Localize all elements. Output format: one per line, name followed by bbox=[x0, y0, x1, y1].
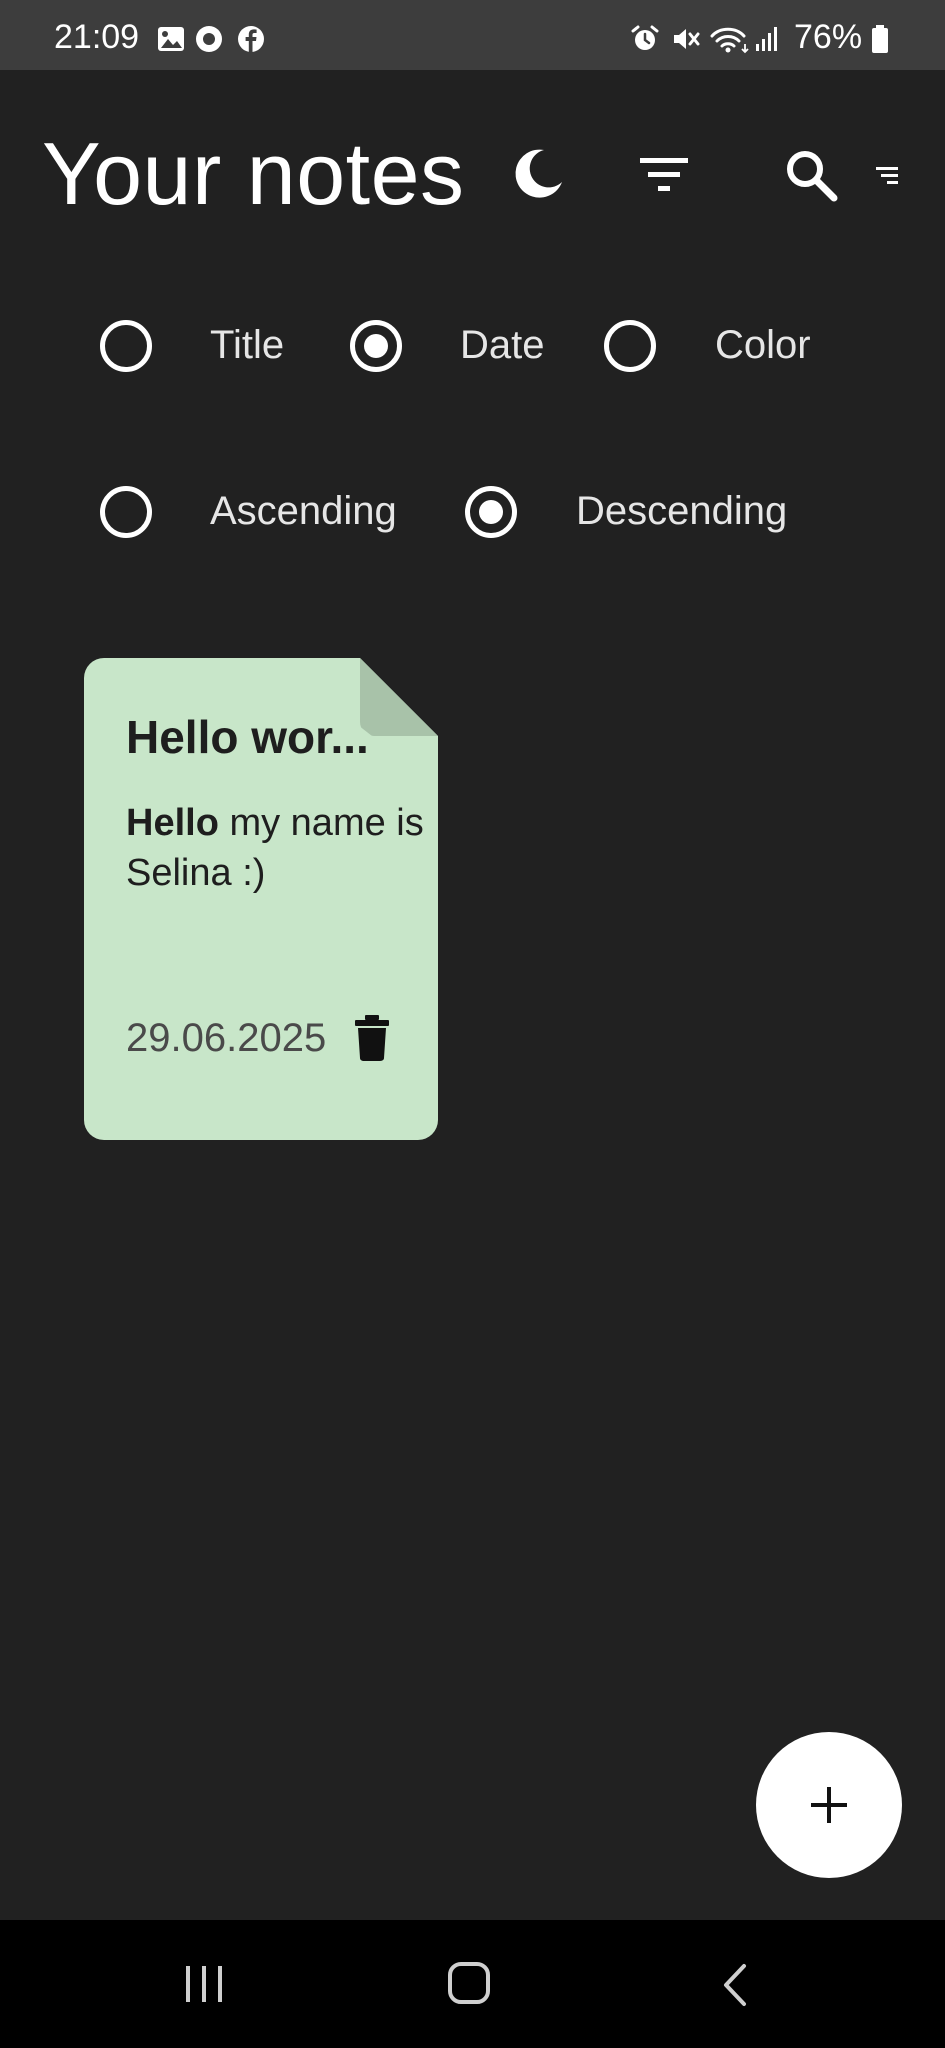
plus-icon bbox=[811, 1787, 847, 1823]
signal-icon bbox=[756, 27, 777, 51]
wifi-icon bbox=[710, 27, 749, 54]
page-title: Your notes bbox=[42, 124, 465, 223]
radio-label-color: Color bbox=[715, 323, 811, 367]
radio-title[interactable] bbox=[100, 320, 152, 372]
filter-icon[interactable] bbox=[636, 150, 692, 200]
home-icon[interactable] bbox=[446, 1960, 492, 2006]
radio-date[interactable] bbox=[350, 320, 402, 372]
note-corner-fold bbox=[360, 658, 438, 736]
radio-ascending[interactable] bbox=[100, 486, 152, 538]
battery-percentage: 76% bbox=[794, 18, 863, 56]
status-bar: 21:09 76% bbox=[0, 0, 945, 70]
back-icon[interactable] bbox=[718, 1962, 752, 2008]
note-date: 29.06.2025 bbox=[126, 1016, 327, 1060]
alarm-icon bbox=[631, 25, 659, 50]
navigation-bar bbox=[0, 1920, 945, 2048]
recent-apps-icon[interactable] bbox=[182, 1964, 226, 2004]
note-title: Hello wor... bbox=[126, 711, 369, 763]
status-time: 21:09 bbox=[54, 18, 140, 56]
radio-label-title: Title bbox=[210, 323, 285, 367]
search-icon[interactable] bbox=[782, 146, 840, 204]
circle-app-icon bbox=[196, 26, 222, 52]
gallery-icon bbox=[158, 27, 184, 51]
delete-icon[interactable] bbox=[352, 1012, 392, 1062]
sort-icon[interactable] bbox=[874, 164, 900, 186]
radio-label-ascending: Ascending bbox=[210, 489, 397, 533]
dark-mode-icon[interactable] bbox=[508, 142, 570, 204]
radio-descending[interactable] bbox=[465, 486, 517, 538]
battery-icon bbox=[872, 25, 888, 53]
radio-color[interactable] bbox=[604, 320, 656, 372]
radio-label-date: Date bbox=[460, 323, 545, 367]
note-content-bold: Hello bbox=[126, 802, 219, 844]
add-note-button[interactable] bbox=[756, 1732, 902, 1878]
note-content: Hello my name is Selina :) bbox=[126, 798, 426, 898]
mute-icon bbox=[674, 29, 700, 49]
radio-label-descending: Descending bbox=[576, 489, 788, 533]
facebook-icon bbox=[238, 26, 264, 52]
